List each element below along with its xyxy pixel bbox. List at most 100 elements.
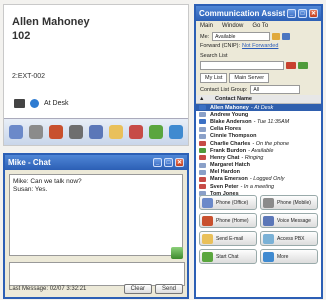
contact-list-header[interactable]: ▲ Contact Name (196, 95, 321, 104)
emoticon-icon[interactable] (171, 247, 183, 259)
presence-status-icon (199, 133, 206, 139)
menu-goto[interactable]: Go To (252, 23, 268, 29)
minimize-icon[interactable]: _ (287, 9, 296, 18)
cellphone-icon[interactable] (69, 125, 83, 139)
contact-icon[interactable] (29, 125, 43, 139)
action-icon (263, 233, 274, 244)
action-button[interactable]: Start Chat (199, 249, 257, 264)
contact-row[interactable]: Cinnie Thompson (196, 133, 321, 140)
contact-row[interactable]: Mel Hardon (196, 169, 321, 176)
contact-row[interactable]: Henry Chat - Ringing (196, 154, 321, 161)
contact-row-note: - On the phone (252, 140, 290, 147)
contact-row-name: Margaret Hatch (210, 162, 251, 169)
assistant-window: Communication Assistant Pro _ □ ✕ Main W… (194, 4, 323, 299)
assistant-title: Communication Assistant Pro (199, 9, 285, 18)
settings-icon[interactable] (272, 33, 281, 40)
contact-row-name: Andrew Young (210, 111, 249, 118)
chat-message: Susan: Yes. (13, 186, 48, 193)
maximize-icon[interactable]: □ (164, 158, 173, 167)
last-message-time: Last Message: 02/07 3:32:21 (9, 286, 87, 292)
contact-row-name: Sven Peter (210, 183, 239, 190)
action-icon (202, 251, 213, 262)
action-label: Phone (Mobile) (277, 199, 311, 206)
action-label: Start Chat (216, 253, 239, 260)
action-button[interactable]: Phone (Office) (199, 195, 257, 210)
contact-row[interactable]: Frank Burdon - Available (196, 147, 321, 154)
forward-row: Forward (CNIP): Not Forwarded (196, 42, 321, 50)
contact-list: Allen Mahoney - At Desk Andrew Young Blake … (196, 104, 321, 205)
contact-row[interactable]: Blake Anderson - Tue 11:35AM (196, 118, 321, 125)
contact-row[interactable]: Andrew Young (196, 111, 321, 118)
close-icon[interactable]: ✕ (309, 9, 318, 18)
chat-message: Mike: Can we talk now? (13, 178, 82, 185)
contact-row-name: Allen Mahoney (210, 104, 249, 111)
contact-row-note: - Logged Only (249, 176, 285, 183)
chat-history: Mike: Can we talk now? Susan: Yes. (9, 174, 183, 256)
contact-row-note: - Ringing (241, 154, 264, 161)
contact-row[interactable]: Mara Emerson - Logged Only (196, 176, 321, 183)
contact-row[interactable]: Margaret Hatch (196, 162, 321, 169)
contact-row-name: Cinnie Thompson (210, 133, 257, 140)
action-button[interactable]: More (260, 249, 318, 264)
contact-card-window: Allen Mahoney 102 2:EXT-002 At Desk (3, 4, 189, 146)
action-button[interactable]: Phone (Mobile) (260, 195, 318, 210)
dial-icon[interactable] (298, 62, 308, 69)
close-icon[interactable]: ✕ (175, 158, 184, 167)
group-select[interactable]: All (250, 85, 301, 94)
contact-row-name: Henry Chat (210, 154, 240, 161)
action-label: Send E-mail (216, 235, 244, 242)
my-status-select[interactable]: Available (212, 32, 271, 41)
phone-icon[interactable] (9, 125, 23, 139)
email-icon[interactable] (89, 125, 103, 139)
action-button[interactable]: Send E-mail (199, 231, 257, 246)
contact-row[interactable]: Sven Peter - In a meeting (196, 183, 321, 190)
action-icon (202, 215, 213, 226)
extension-code: 2:EXT-002 (12, 73, 46, 80)
chat-icon[interactable] (149, 125, 163, 139)
maximize-icon[interactable]: □ (298, 9, 307, 18)
action-button[interactable]: Voice Message (260, 213, 318, 228)
search-label: Search List (200, 53, 228, 59)
contact-row-name: Charlie Charles (210, 140, 251, 147)
hangup-icon[interactable] (286, 62, 296, 69)
contact-row-name: Blake Anderson (210, 118, 252, 125)
presence-status-icon (199, 169, 206, 175)
column-contact-name: Contact Name (215, 96, 252, 102)
chat-input[interactable] (9, 262, 185, 286)
action-button[interactable]: Phone (Home) (199, 213, 257, 228)
me-label: Me: (200, 33, 210, 40)
tab-main-server[interactable]: Main Server (229, 73, 270, 83)
presence-status-icon (199, 155, 206, 161)
tab-my-list[interactable]: My List (200, 73, 228, 83)
contact-row-note: - At Desk (250, 104, 274, 111)
contact-action-toolbar (4, 118, 188, 145)
presence-icon (30, 99, 39, 108)
call-icon[interactable] (169, 125, 183, 139)
assistant-titlebar: Communication Assistant Pro _ □ ✕ (196, 6, 321, 21)
presence-status-icon (199, 105, 206, 111)
action-label: Phone (Home) (216, 217, 249, 224)
clear-button[interactable]: Clear (123, 284, 152, 294)
group-row: Contact List Group: All (196, 83, 321, 95)
chat-titlebar: Mike - Chat _ □ ✕ (5, 155, 187, 170)
house-icon[interactable] (49, 125, 63, 139)
contact-row[interactable]: Celia Flores (196, 126, 321, 133)
contact-row[interactable]: Charlie Charles - On the phone (196, 140, 321, 147)
action-icon (263, 215, 274, 226)
action-icon (202, 197, 213, 208)
forward-link[interactable]: Not Forwarded (242, 43, 278, 49)
contact-name-text: Allen Mahoney (12, 16, 90, 28)
notes-icon[interactable] (129, 125, 143, 139)
action-button[interactable]: Access PBX (260, 231, 318, 246)
search-row (196, 60, 321, 71)
contact-row[interactable]: Allen Mahoney - At Desk (196, 104, 321, 112)
minimize-icon[interactable]: _ (153, 158, 162, 167)
menu-main[interactable]: Main (200, 23, 213, 29)
chat-title: Mike - Chat (8, 158, 51, 167)
refresh-icon[interactable] (282, 33, 291, 40)
folder-icon[interactable] (109, 125, 123, 139)
menu-window[interactable]: Window (222, 23, 243, 29)
action-icon (202, 233, 213, 244)
send-button[interactable]: Send (154, 284, 183, 294)
search-input[interactable] (200, 61, 284, 70)
